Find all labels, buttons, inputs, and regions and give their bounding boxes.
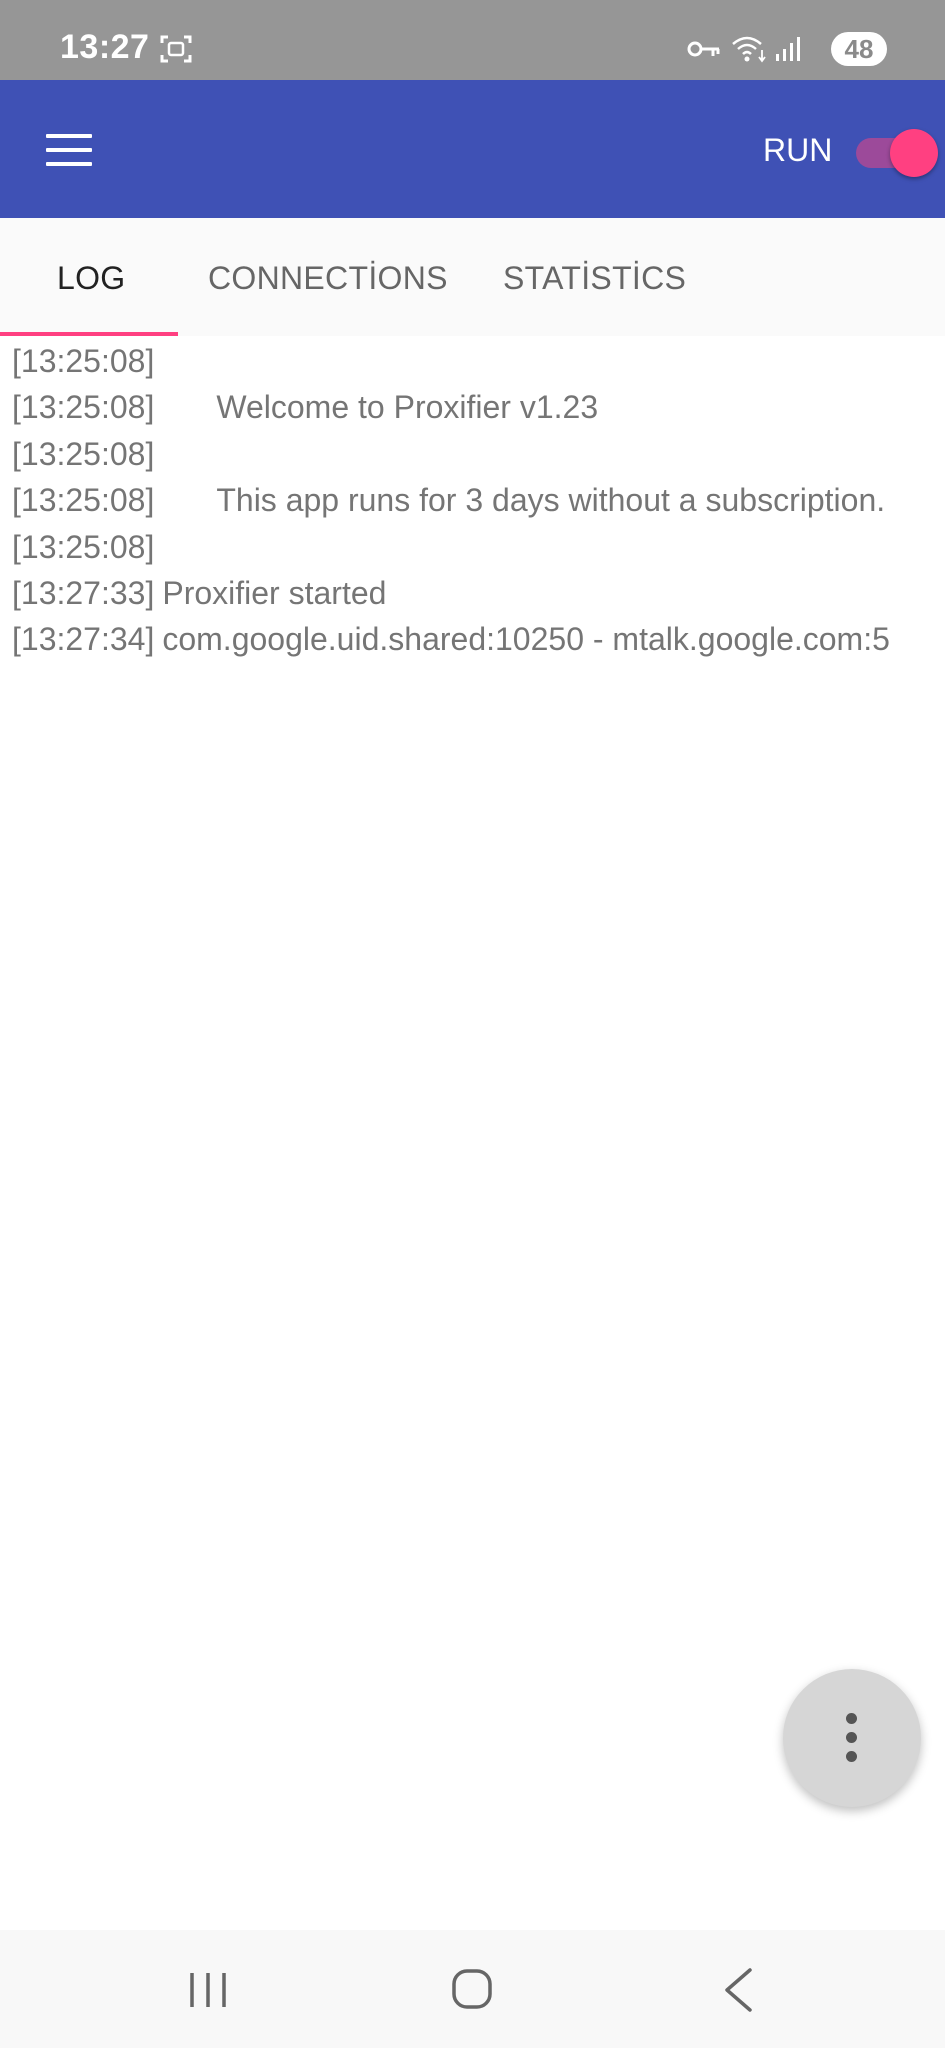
recents-icon [190,1973,226,2007]
log-timestamp: [13:25:08] [12,435,155,472]
vpn-key-icon [687,41,720,57]
app-bar: RUN [0,80,945,218]
more-options-fab[interactable] [783,1669,921,1807]
log-timestamp: [13:25:08] [12,343,155,379]
status-icons: 48 [687,32,887,68]
recents-button[interactable] [148,1930,268,2048]
home-icon [452,1969,492,2009]
log-timestamp: [13:25:08] [12,482,155,519]
log-entry: [13:25:08] [12,338,945,384]
log-message: Welcome to Proxifier v1.23 [216,389,599,426]
signal-icon [776,37,800,61]
log-timestamp: [13:25:08] [12,528,155,565]
system-nav-bar [0,1930,945,2048]
wifi-icon [732,36,766,63]
battery-indicator: 48 [831,32,887,66]
log-timestamp: [13:27:33] [12,574,155,611]
back-button[interactable] [676,1930,796,2048]
log-list[interactable]: [13:25:08] [13:25:08] Welcome to Proxifie… [12,338,945,1918]
log-entry: [13:25:08] Welcome to Proxifier v1.23 [12,384,945,430]
log-message: Proxifier started [162,574,387,611]
log-entry: [13:25:08] [12,431,945,477]
active-tab-indicator [0,332,178,336]
log-entry: [13:27:33] Proxifier started [12,570,945,616]
status-bar: 13:27 48 [0,0,945,80]
screenshot-icon [160,35,192,63]
tab-bar: LOG CONNECTİONS STATİSTİCS [0,218,945,336]
hamburger-menu-icon[interactable] [36,122,100,178]
log-entry: [13:25:08] This app runs for 3 days witho… [12,477,945,523]
log-message: com.google.uid.shared:10250 - mtalk.goog… [162,621,890,658]
log-entry: [13:27:34] com.google.uid.shared:10250 - … [12,616,945,662]
log-timestamp: [13:25:08] [12,389,155,426]
log-timestamp: [13:27:34] [12,621,155,658]
home-button[interactable] [412,1930,532,2048]
tab-log[interactable]: LOG [57,260,125,297]
run-toggle-thumb [890,129,938,177]
status-time: 13:27 [60,28,150,66]
run-toggle[interactable] [856,124,938,177]
log-entry: [13:25:08] [12,524,945,570]
tab-connections[interactable]: CONNECTİONS [208,260,448,297]
run-label: RUN [763,132,833,168]
tab-statistics[interactable]: STATİSTİCS [503,260,686,297]
log-message: This app runs for 3 days without a subsc… [216,482,886,519]
back-icon [725,1968,752,2012]
